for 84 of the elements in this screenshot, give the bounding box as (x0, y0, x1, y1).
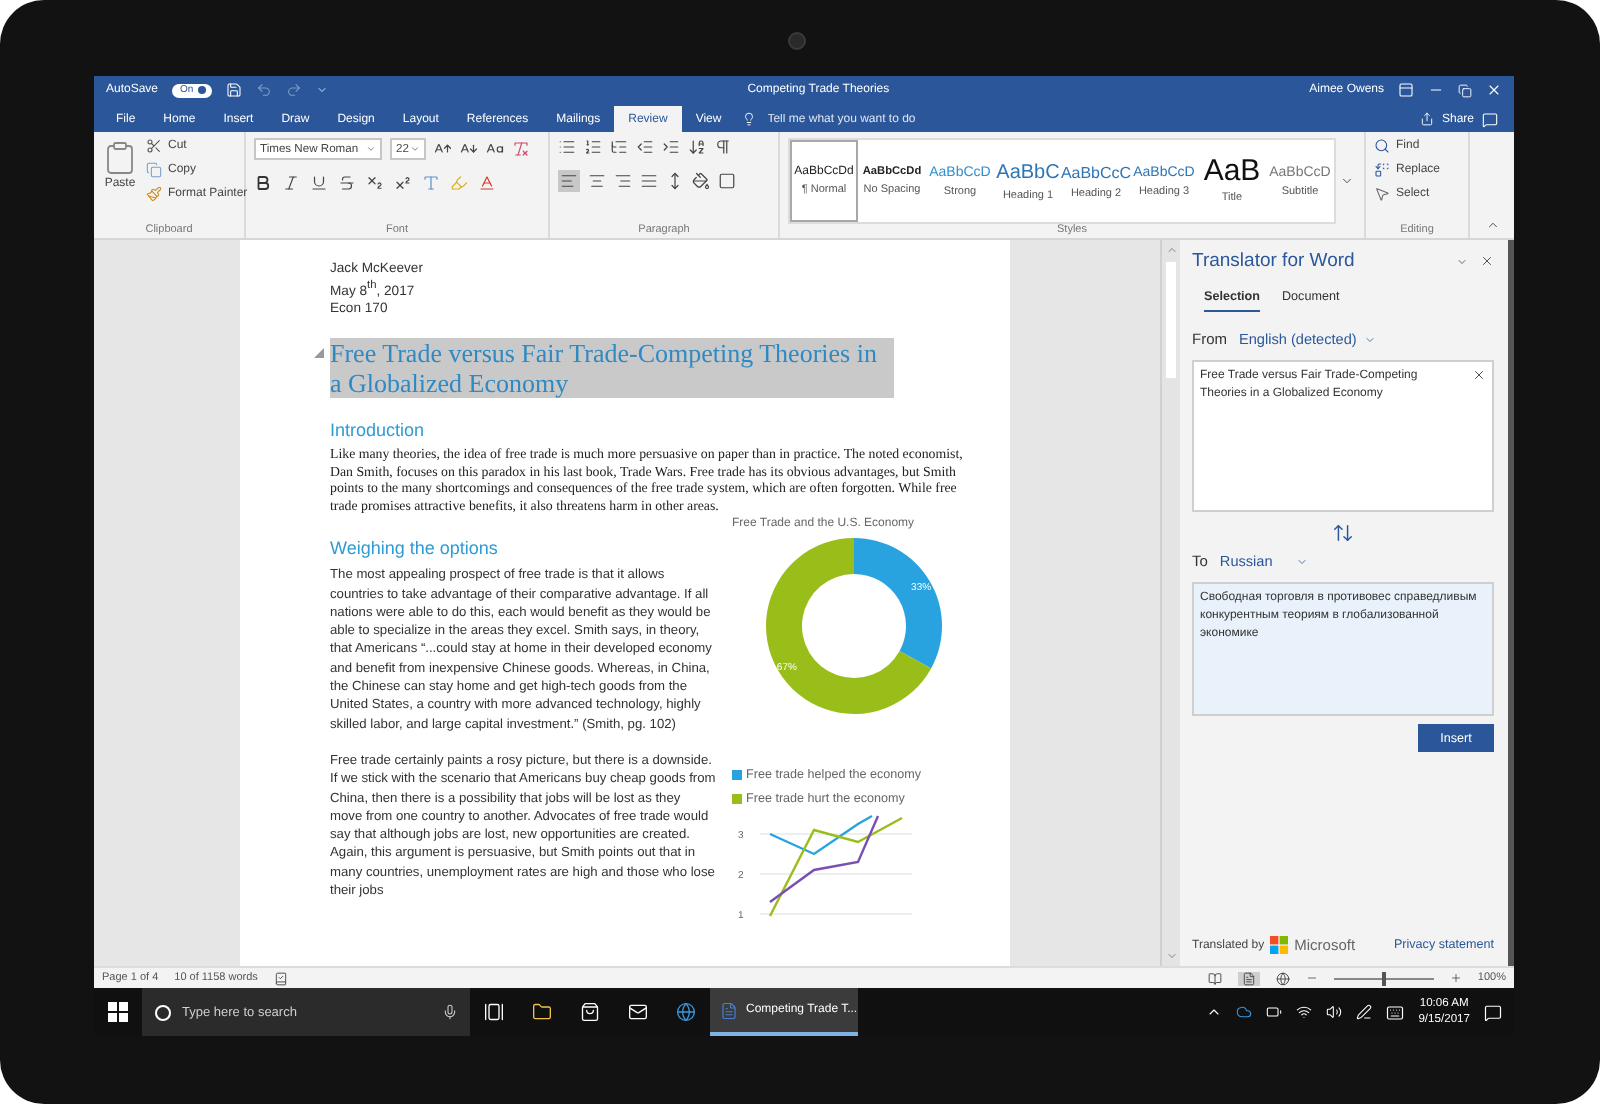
replace-icon[interactable] (1374, 162, 1390, 178)
camera-lens (788, 32, 806, 50)
grow-font-icon[interactable] (434, 140, 452, 158)
font-color-icon[interactable] (478, 174, 496, 192)
section-heading: Introduction (330, 420, 427, 441)
wifi-icon[interactable] (1296, 1004, 1313, 1020)
shrink-font-icon[interactable] (460, 140, 478, 158)
ribbon-display-icon[interactable] (1398, 82, 1414, 98)
document-title: Free Trade versus Fair Trade-Competing Theories in a Globalized Economy (330, 338, 894, 399)
collapse-triangle-icon[interactable] (314, 348, 324, 359)
pilcrow-icon[interactable] (714, 138, 732, 156)
line-spacing-icon[interactable] (666, 172, 684, 190)
sort-icon[interactable] (688, 138, 706, 156)
lightbulb-icon[interactable] (741, 112, 756, 126)
proofing-icon[interactable] (273, 971, 288, 985)
shading-icon[interactable] (692, 172, 710, 190)
volume-icon[interactable] (1326, 1004, 1343, 1020)
style-preview: AaBbC (996, 161, 1060, 183)
style-preview: AaB (1203, 158, 1261, 186)
change-case-icon[interactable] (486, 140, 504, 158)
italic-icon[interactable] (282, 174, 300, 192)
paintbrush-icon[interactable] (146, 186, 162, 202)
scissors-icon[interactable] (146, 138, 162, 154)
document-icon (720, 1001, 738, 1019)
store-icon[interactable] (580, 1002, 600, 1022)
read-mode-icon[interactable] (1207, 971, 1222, 985)
four-squares-logo-icon (1270, 936, 1289, 954)
justify-icon[interactable] (640, 172, 658, 190)
comments-icon[interactable] (1482, 111, 1498, 127)
caret-icon[interactable] (315, 84, 328, 96)
caret-icon (1296, 555, 1309, 567)
align-left-icon (560, 172, 578, 190)
caret-icon (410, 144, 420, 154)
collapse-ribbon-icon[interactable] (1485, 218, 1499, 232)
clear-formatting-icon[interactable] (512, 140, 530, 158)
microphone-icon[interactable] (442, 1004, 458, 1020)
close-icon[interactable] (1480, 254, 1494, 268)
clipboard-icon[interactable] (102, 140, 138, 176)
pen-icon[interactable] (1356, 1004, 1373, 1020)
search-icon[interactable] (1374, 138, 1390, 154)
restore-icon[interactable] (1458, 83, 1472, 97)
keyboard-icon[interactable] (1386, 1003, 1405, 1021)
borders-icon[interactable] (718, 172, 736, 190)
browser-icon[interactable] (676, 1002, 696, 1022)
pane-title: Translator for Word (1192, 250, 1357, 272)
subscript-icon[interactable] (366, 174, 384, 192)
numbering-icon[interactable] (584, 138, 602, 156)
align-center-icon[interactable] (588, 172, 606, 190)
style-preview: AaBbCcC (1060, 163, 1132, 181)
align-left-button[interactable] (558, 170, 580, 192)
scroll-down-icon (1165, 950, 1177, 962)
print-layout-button[interactable] (1237, 971, 1260, 985)
decrease-indent-icon[interactable] (636, 138, 654, 156)
clear-icon[interactable] (1472, 368, 1486, 382)
windows-logo-icon[interactable] (108, 1002, 128, 1022)
superscript-icon[interactable] (394, 174, 412, 192)
folder-icon[interactable] (532, 1002, 552, 1022)
caret-icon (366, 144, 376, 154)
strikethrough-icon[interactable] (338, 174, 356, 192)
scroll-up-icon (1165, 244, 1177, 256)
swap-languages-icon[interactable] (1332, 522, 1354, 544)
bullets-icon[interactable] (558, 138, 576, 156)
section-heading: Weighing the options (330, 538, 500, 559)
pointer-icon[interactable] (1374, 186, 1390, 202)
notifications-icon[interactable] (1484, 1003, 1502, 1021)
cloud-icon[interactable] (1236, 1004, 1253, 1020)
zoom-in-icon[interactable] (1449, 972, 1462, 984)
show-hidden-icons-icon[interactable] (1206, 1004, 1223, 1020)
multilevel-list-icon[interactable] (610, 138, 628, 156)
mail-icon[interactable] (628, 1002, 648, 1022)
save-icon[interactable] (225, 82, 242, 98)
align-right-icon[interactable] (614, 172, 632, 190)
battery-icon[interactable] (1266, 1004, 1283, 1020)
share-icon[interactable] (1419, 112, 1434, 126)
bold-icon[interactable] (254, 174, 272, 192)
underline-icon[interactable] (310, 174, 328, 192)
web-layout-icon[interactable] (1275, 971, 1290, 985)
caret-icon (1364, 333, 1377, 345)
cortana-circle-icon (154, 1003, 172, 1021)
zoom-thumb[interactable] (1381, 971, 1386, 985)
page-icon (1241, 971, 1256, 985)
task-view-icon[interactable] (484, 1002, 504, 1022)
increase-indent-icon[interactable] (662, 138, 680, 156)
more-styles-icon[interactable] (1339, 174, 1353, 188)
